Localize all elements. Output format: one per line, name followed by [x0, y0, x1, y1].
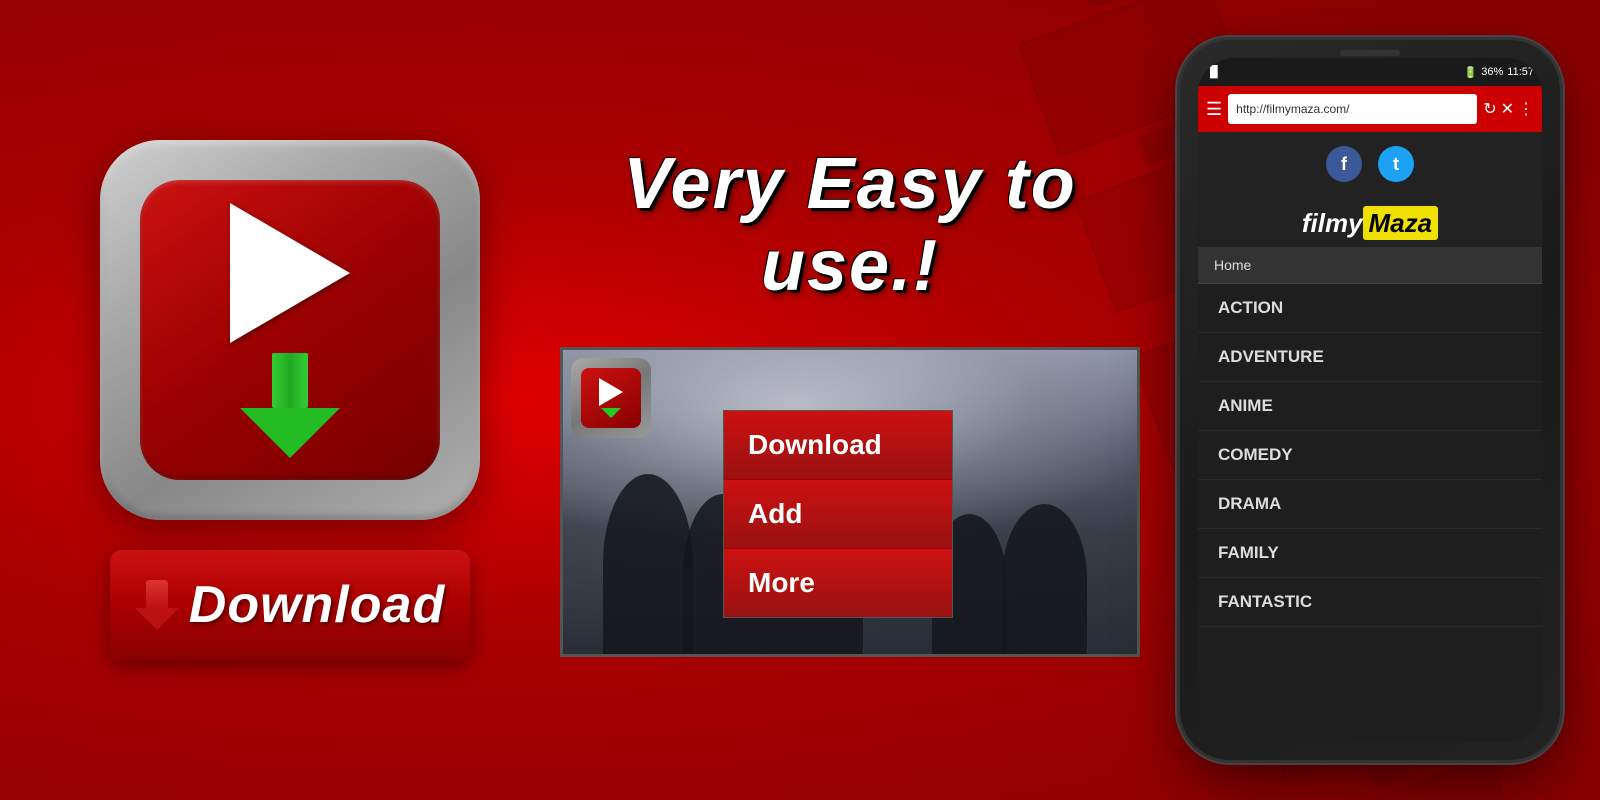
video-icon-inner [581, 368, 641, 428]
video-app-icon-overlay [571, 358, 651, 438]
center-section: Very Easy to use.! [520, 143, 1180, 657]
download-arrow-icon [240, 353, 340, 458]
browser-actions: ↻ ✕ ⋮ [1483, 99, 1534, 119]
context-menu-add[interactable]: Add [724, 480, 952, 549]
dl-arrow-bottom [135, 608, 179, 630]
logo-maza-text: Maza [1363, 206, 1439, 240]
close-icon[interactable]: ✕ [1501, 99, 1514, 119]
context-menu-download[interactable]: Download [724, 411, 952, 480]
video-mockup: Download Add More [560, 347, 1140, 657]
genre-item-action[interactable]: ACTION [1198, 284, 1542, 333]
social-icons-row: f t [1198, 132, 1542, 196]
context-menu-more[interactable]: More [724, 549, 952, 617]
app-icon-inner [140, 180, 440, 480]
right-section: ▐▌ 🔋 36% 11:57 ☰ http://filmymaza.com/ ↻… [1180, 40, 1580, 760]
arrow-shaft [272, 353, 308, 408]
genre-item-anime[interactable]: ANIME [1198, 382, 1542, 431]
url-text: http://filmymaza.com/ [1236, 102, 1349, 116]
phone-mockup: ▐▌ 🔋 36% 11:57 ☰ http://filmymaza.com/ ↻… [1180, 40, 1560, 760]
hamburger-icon[interactable]: ☰ [1206, 99, 1222, 120]
left-section: Download [60, 140, 520, 660]
logo-filmy-text: filmy [1302, 208, 1363, 238]
home-nav-item[interactable]: Home [1198, 247, 1542, 284]
genre-item-family[interactable]: FAMILY [1198, 529, 1542, 578]
status-bar: ▐▌ 🔋 36% 11:57 [1198, 58, 1542, 86]
genre-item-adventure[interactable]: ADVENTURE [1198, 333, 1542, 382]
small-dl-arrow-icon [601, 408, 621, 418]
person-silhouette-1 [603, 474, 693, 654]
download-btn-arrow-icon [135, 580, 179, 630]
play-triangle-icon [230, 203, 350, 343]
main-content: Download Very Easy to use.! [0, 0, 1600, 800]
dl-arrow-top [146, 580, 168, 608]
more-icon[interactable]: ⋮ [1518, 99, 1534, 119]
site-logo: filmyMaza [1198, 196, 1542, 247]
battery-percent: 36% [1481, 66, 1503, 78]
refresh-icon[interactable]: ↻ [1483, 99, 1496, 119]
person-silhouette-4 [1002, 504, 1087, 654]
facebook-icon[interactable]: f [1326, 146, 1362, 182]
headline-text: Very Easy to use.! [560, 143, 1140, 307]
battery-icon: 🔋 [1464, 66, 1478, 79]
signal-icon: ▐▌ [1206, 66, 1222, 78]
context-menu: Download Add More [723, 410, 953, 618]
arrow-head [240, 408, 340, 458]
genre-list: ACTION ADVENTURE ANIME COMEDY DRAMA FAMI… [1198, 284, 1542, 627]
time-display: 11:57 [1507, 66, 1534, 78]
download-button-label: Download [189, 575, 445, 635]
phone-screen: ▐▌ 🔋 36% 11:57 ☰ http://filmymaza.com/ ↻… [1198, 58, 1542, 742]
genre-item-comedy[interactable]: COMEDY [1198, 431, 1542, 480]
website-content: f t filmyMaza Home ACTION ADVENTURE ANIM… [1198, 132, 1542, 742]
download-button[interactable]: Download [110, 550, 470, 660]
small-play-icon [599, 378, 623, 406]
speaker-grille [1340, 50, 1400, 56]
genre-item-drama[interactable]: DRAMA [1198, 480, 1542, 529]
url-bar[interactable]: http://filmymaza.com/ [1228, 94, 1477, 124]
genre-item-fantastic[interactable]: FANTASTIC [1198, 578, 1542, 627]
address-bar: ☰ http://filmymaza.com/ ↻ ✕ ⋮ [1198, 86, 1542, 132]
app-icon [100, 140, 480, 520]
twitter-icon[interactable]: t [1378, 146, 1414, 182]
status-bar-left: ▐▌ [1206, 66, 1222, 78]
